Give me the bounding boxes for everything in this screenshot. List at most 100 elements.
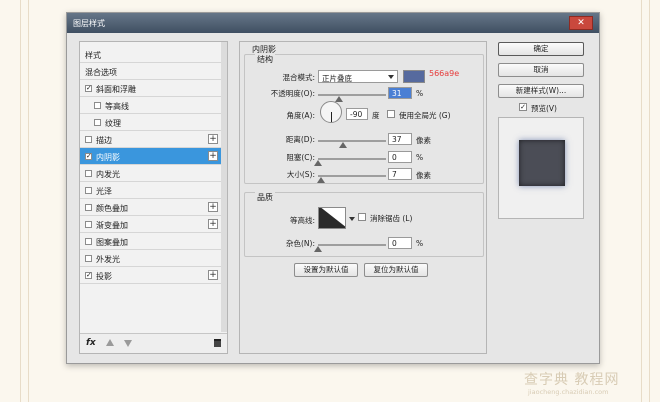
size-input[interactable]: 7	[388, 168, 412, 180]
size-unit: 像素	[416, 171, 431, 180]
shadow-color-swatch[interactable]	[403, 70, 425, 83]
contour-picker[interactable]	[318, 207, 346, 229]
opacity-slider[interactable]	[318, 94, 386, 102]
style-item[interactable]: ✓ 投影 +	[80, 267, 222, 284]
page-border-line	[28, 0, 29, 402]
make-default-button[interactable]: 设置为默认值	[294, 263, 358, 277]
list-scrollbar[interactable]	[221, 42, 227, 332]
style-item[interactable]: 颜色叠加 +	[80, 199, 222, 216]
style-item-checkbox[interactable]	[85, 255, 92, 262]
quality-group: 品质 等高线: 消除锯齿 (L) 杂色(N): 0 %	[244, 192, 484, 257]
style-item[interactable]: 图案叠加	[80, 233, 222, 250]
add-effect-icon[interactable]: +	[208, 151, 218, 161]
quality-heading: 品质	[255, 192, 275, 203]
distance-unit: 像素	[416, 136, 431, 145]
add-effect-icon[interactable]: +	[208, 270, 218, 280]
add-effect-icon[interactable]: +	[208, 134, 218, 144]
choke-input[interactable]: 0	[388, 151, 412, 163]
angle-unit: 度	[372, 111, 380, 120]
page-border-line	[20, 0, 21, 402]
new-style-button[interactable]: 新建样式(W)...	[498, 84, 584, 98]
move-up-icon[interactable]	[106, 339, 114, 346]
noise-input[interactable]: 0	[388, 237, 412, 249]
distance-input[interactable]: 37	[388, 133, 412, 145]
style-item[interactable]: 描边 +	[80, 131, 222, 148]
angle-label: 角度(A):	[286, 111, 315, 120]
contour-label: 等高线:	[289, 216, 315, 225]
style-item-checkbox[interactable]	[85, 238, 92, 245]
ok-button[interactable]: 确定	[498, 42, 584, 56]
page-border-line	[649, 0, 650, 402]
style-item-label: 描边	[96, 136, 112, 145]
layer-style-dialog: 图层样式 ✕ 样式 混合选项 ✓ 斜面和浮雕等高线纹理描边 + ✓ 内阴影 + 内发光光泽颜色叠…	[66, 12, 600, 364]
style-item-label: 外发光	[96, 255, 120, 264]
anti-alias-checkbox[interactable]	[358, 213, 366, 221]
style-item[interactable]: 渐变叠加 +	[80, 216, 222, 233]
opacity-input[interactable]: 31	[388, 87, 412, 99]
global-light-checkbox[interactable]	[387, 110, 395, 118]
size-slider-thumb[interactable]	[317, 177, 326, 183]
choke-label: 阻塞(C):	[286, 153, 315, 162]
style-item-checkbox[interactable]	[85, 170, 92, 177]
style-item-label: 光泽	[96, 187, 112, 196]
noise-slider[interactable]	[314, 244, 386, 252]
size-label: 大小(S):	[286, 170, 315, 179]
structure-heading: 结构	[255, 54, 275, 65]
preview-checkbox[interactable]: ✓	[519, 103, 527, 111]
choke-slider[interactable]	[314, 158, 386, 166]
size-slider[interactable]	[317, 175, 386, 183]
style-item-checkbox[interactable]	[85, 187, 92, 194]
style-item-checkbox[interactable]: ✓	[85, 85, 92, 92]
style-item-checkbox[interactable]: ✓	[85, 153, 92, 160]
style-item-checkbox[interactable]: ✓	[85, 272, 92, 279]
global-light-label: 使用全局光 (G)	[399, 111, 451, 120]
distance-slider-thumb[interactable]	[339, 142, 348, 148]
close-icon[interactable]: ✕	[569, 16, 593, 30]
watermark-text: 查字典 教程网	[524, 372, 620, 388]
trash-icon[interactable]	[214, 339, 221, 347]
style-item-checkbox[interactable]	[85, 221, 92, 228]
angle-input[interactable]: -90	[346, 108, 368, 120]
style-list: 样式 混合选项 ✓ 斜面和浮雕等高线纹理描边 + ✓ 内阴影 + 内发光光泽颜色叠加 + 渐变叠加 +…	[79, 41, 228, 354]
noise-slider-thumb[interactable]	[314, 246, 322, 252]
watermark-url: jiaocheng.chazidian.com	[528, 388, 609, 396]
style-item[interactable]: 纹理	[80, 114, 222, 131]
choke-slider-thumb[interactable]	[314, 160, 322, 166]
style-item[interactable]: 混合选项	[80, 63, 222, 80]
style-item[interactable]: 内发光	[80, 165, 222, 182]
style-item-label: 内发光	[96, 170, 120, 179]
fx-button[interactable]: fx	[86, 338, 96, 348]
add-effect-icon[interactable]: +	[208, 202, 218, 212]
style-item[interactable]: 等高线	[80, 97, 222, 114]
angle-dial[interactable]	[320, 101, 342, 123]
blend-mode-select[interactable]: 正片叠底	[318, 70, 398, 83]
style-item-label: 图案叠加	[96, 238, 128, 247]
chevron-down-icon[interactable]	[349, 217, 355, 221]
dialog-title: 图层样式	[73, 19, 105, 28]
style-item-checkbox[interactable]	[94, 102, 101, 109]
inner-shadow-panel: 内阴影 结构 混合模式: 正片叠底 566a9e 不透明度(O): 31 % 角…	[239, 41, 487, 354]
style-item-label: 渐变叠加	[96, 221, 128, 230]
style-item-checkbox[interactable]	[85, 136, 92, 143]
style-item[interactable]: 光泽	[80, 182, 222, 199]
style-item[interactable]: ✓ 斜面和浮雕	[80, 80, 222, 97]
opacity-unit: %	[416, 89, 424, 98]
style-item-label: 内阴影	[96, 153, 120, 162]
style-item-active[interactable]: ✓ 内阴影 +	[80, 148, 222, 165]
style-item[interactable]: 外发光	[80, 250, 222, 267]
style-item-label: 纹理	[105, 119, 121, 128]
move-down-icon[interactable]	[124, 340, 132, 347]
contour-curve	[319, 208, 345, 228]
distance-slider[interactable]	[318, 140, 386, 148]
style-item-checkbox[interactable]	[94, 119, 101, 126]
dialog-titlebar[interactable]: 图层样式 ✕	[67, 13, 599, 33]
opacity-slider-thumb[interactable]	[335, 96, 344, 102]
reset-default-button[interactable]: 复位为默认值	[364, 263, 428, 277]
noise-label: 杂色(N):	[286, 239, 315, 248]
style-item-checkbox[interactable]	[85, 204, 92, 211]
style-item[interactable]: 样式	[80, 46, 222, 63]
style-item-label: 等高线	[105, 102, 129, 111]
cancel-button[interactable]: 取消	[498, 63, 584, 77]
page-border-line	[641, 0, 642, 402]
add-effect-icon[interactable]: +	[208, 219, 218, 229]
